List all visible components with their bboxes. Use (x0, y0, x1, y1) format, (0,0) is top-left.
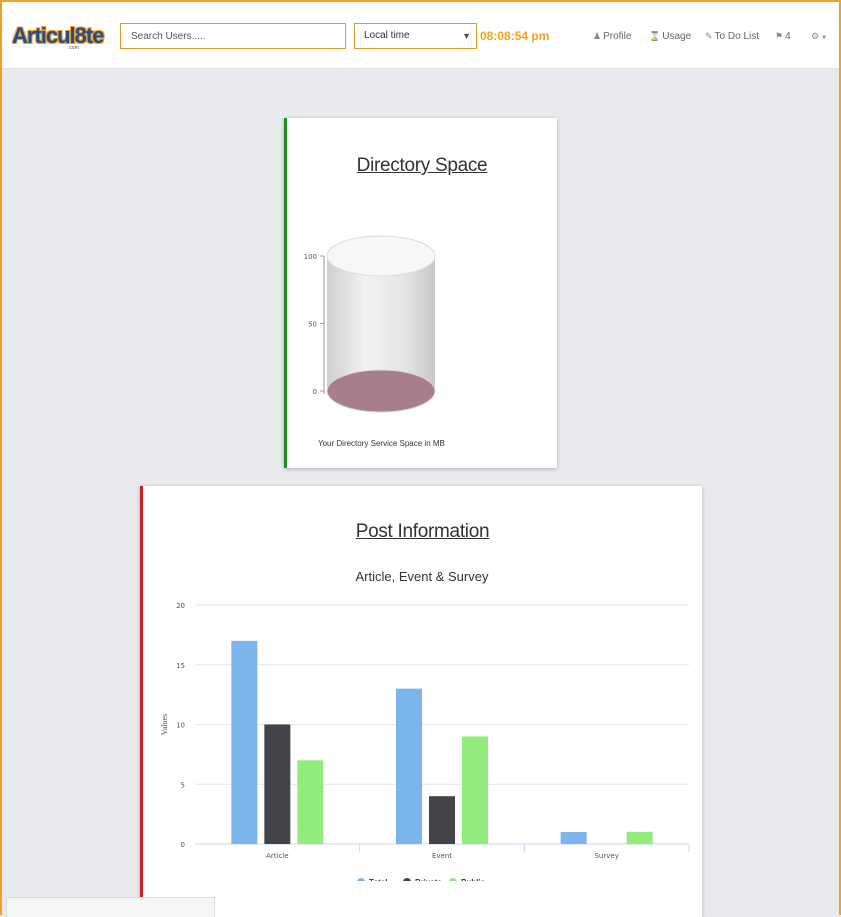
legend-label-total[interactable]: Total (369, 878, 388, 881)
bar-private-article[interactable] (264, 724, 291, 845)
x-tick-label: Survey (594, 852, 618, 860)
nav-usage-link[interactable]: ⌛ Usage (649, 31, 691, 42)
edit-icon: ✎ (705, 31, 713, 41)
timezone-select-value: Local time (364, 30, 410, 41)
legend-marker-total[interactable] (357, 878, 365, 881)
bottom-tab-panel[interactable] (6, 897, 215, 917)
cylinder-fill-base (326, 369, 436, 413)
bar-private-event[interactable] (429, 796, 455, 844)
caret-down-icon: ▼ (821, 35, 828, 41)
cylinder-tick-label: 0 (313, 388, 317, 396)
search-users-input[interactable] (120, 23, 346, 49)
bar-public-event[interactable] (462, 736, 488, 844)
directory-space-caption: Your Directory Service Space in MB (318, 439, 445, 448)
top-navbar: Articul8te .com Local time ▼ 08:08:54 pm… (2, 2, 839, 69)
clock-display: 08:08:54 pm (480, 29, 550, 43)
timezone-select[interactable]: Local time ▼ (354, 23, 477, 49)
cylinder-tick-label: 50 (308, 321, 317, 329)
cylinder-top (326, 235, 436, 277)
post-bar-chart: Article, Event & Survey 0 5 10 15 20 Values Art… (160, 569, 690, 881)
bar-total-article[interactable] (231, 640, 258, 844)
chart-subtitle: Article, Event & Survey (356, 569, 489, 584)
y-tick-label: 0 (181, 841, 185, 849)
y-tick-label: 20 (176, 602, 185, 610)
settings-dropdown[interactable]: ⚙ ▼ (811, 31, 829, 42)
cylinder-tick-label: 100 (304, 253, 317, 261)
bar-total-event[interactable] (396, 688, 422, 844)
caret-down-icon: ▼ (462, 31, 471, 41)
y-tick-label: 5 (181, 781, 185, 789)
notifications-count: 4 (785, 31, 791, 42)
gears-icon: ⚙ (811, 31, 820, 41)
legend-label-public[interactable]: Public (461, 878, 486, 881)
logo[interactable]: Articul8te (12, 23, 104, 49)
hourglass-icon: ⌛ (649, 31, 661, 41)
post-information-title: Post Information (355, 521, 490, 542)
y-tick-label: 10 (176, 722, 185, 730)
x-tick-label: Event (432, 852, 452, 860)
directory-space-title: Directory Space (356, 155, 488, 176)
bar-public-article[interactable] (297, 760, 324, 844)
bell-icon: ⚑ (775, 31, 784, 41)
nav-usage-label: Usage (662, 31, 692, 42)
legend-marker-public[interactable] (449, 878, 457, 881)
nav-profile-link[interactable]: ♟ Profile (593, 31, 631, 42)
nav-profile-label: Profile (603, 31, 632, 42)
user-icon: ♟ (593, 31, 602, 41)
y-tick-label: 15 (176, 662, 185, 670)
post-information-card: Post Information Article, Event & Survey… (140, 486, 702, 917)
bar-total-survey[interactable] (560, 832, 587, 844)
bar-public-survey[interactable] (626, 832, 653, 844)
nav-todo-link[interactable]: ✎ To Do List (705, 31, 759, 42)
y-axis-label: Values (160, 714, 169, 735)
nav-notifications-link[interactable]: ⚑ 4 (775, 31, 791, 42)
legend-label-private[interactable]: Private (415, 878, 442, 881)
directory-space-card: Directory Space 0 50 100 Your Directory Se… (284, 118, 557, 468)
x-tick-label: Article (266, 852, 288, 860)
logo-subtext: .com (68, 45, 79, 51)
nav-todo-label: To Do List (714, 31, 760, 42)
legend-marker-private[interactable] (403, 878, 411, 881)
